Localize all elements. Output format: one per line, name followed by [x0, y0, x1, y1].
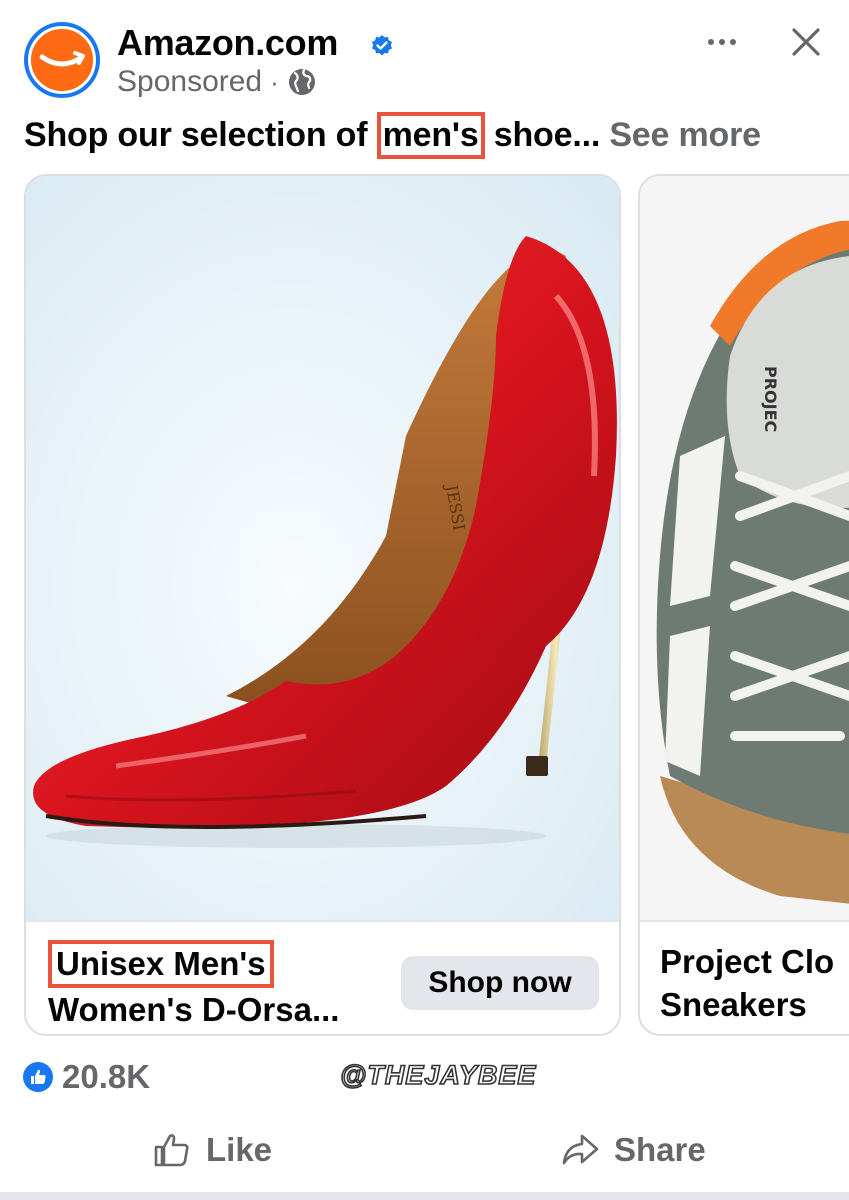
more-dot — [719, 39, 725, 45]
shop-now-button[interactable]: Shop now — [401, 956, 599, 1010]
amazon-avatar[interactable] — [24, 22, 100, 98]
amazon-logo — [28, 26, 96, 94]
sneaker-brand-text: PROJEC — [761, 366, 780, 432]
post-divider — [0, 1192, 849, 1200]
product-title-line2: Women's D-Orsa... — [48, 991, 340, 1028]
share-button[interactable]: Share — [560, 1124, 706, 1176]
post-caption: Shop our selection of men's shoe... See … — [24, 112, 824, 160]
share-label: Share — [614, 1131, 706, 1168]
like-reaction-icon[interactable] — [23, 1062, 53, 1092]
card-footer: Unisex Men's Women's D-Orsa... Shop now — [26, 920, 619, 1034]
carousel-card-1[interactable]: JESSI Unisex Men's Women's D-Orsa... Sho… — [24, 174, 621, 1036]
reaction-count[interactable]: 20.8K — [62, 1058, 150, 1096]
meta-separator: · — [270, 66, 279, 97]
thumbs-up-icon — [154, 1134, 189, 1167]
carousel-card-2[interactable]: PROJEC Project Clo Sneakers — [638, 174, 849, 1036]
globe-icon — [288, 68, 315, 95]
share-arrow-icon — [562, 1134, 599, 1165]
brand-name[interactable]: Amazon.com — [117, 22, 338, 64]
see-more-link[interactable]: See more — [609, 116, 761, 154]
verified-badge-icon — [372, 35, 392, 56]
more-options-button[interactable] — [700, 22, 744, 62]
product-title-line1: Project Clo — [660, 943, 835, 980]
more-dot — [708, 39, 714, 45]
caption-text-end: shoe... — [484, 116, 610, 154]
red-pump-image[interactable]: JESSI — [26, 176, 619, 920]
caption-highlight: men's — [376, 112, 485, 160]
more-dot — [730, 39, 736, 45]
sponsored-post: Amazon.com Sponsored · Shop our selectio… — [0, 0, 849, 1200]
watermark: @THEJAYBEE — [339, 1059, 537, 1091]
like-button[interactable]: Like — [152, 1124, 272, 1176]
product-title[interactable]: Project Clo Sneakers — [660, 940, 834, 1026]
close-icon[interactable] — [786, 22, 826, 62]
sneaker-image[interactable]: PROJEC — [640, 176, 849, 920]
caption-text: Shop our selection of — [24, 116, 377, 154]
card-footer: Project Clo Sneakers — [640, 920, 849, 1034]
product-title-line2: Sneakers — [660, 986, 807, 1023]
product-title-highlight: Unisex Men's — [48, 940, 274, 988]
sponsored-label[interactable]: Sponsored — [117, 65, 262, 99]
product-title[interactable]: Unisex Men's Women's D-Orsa... — [48, 940, 339, 1031]
post-meta: Sponsored · — [117, 64, 317, 100]
like-label: Like — [206, 1131, 273, 1168]
